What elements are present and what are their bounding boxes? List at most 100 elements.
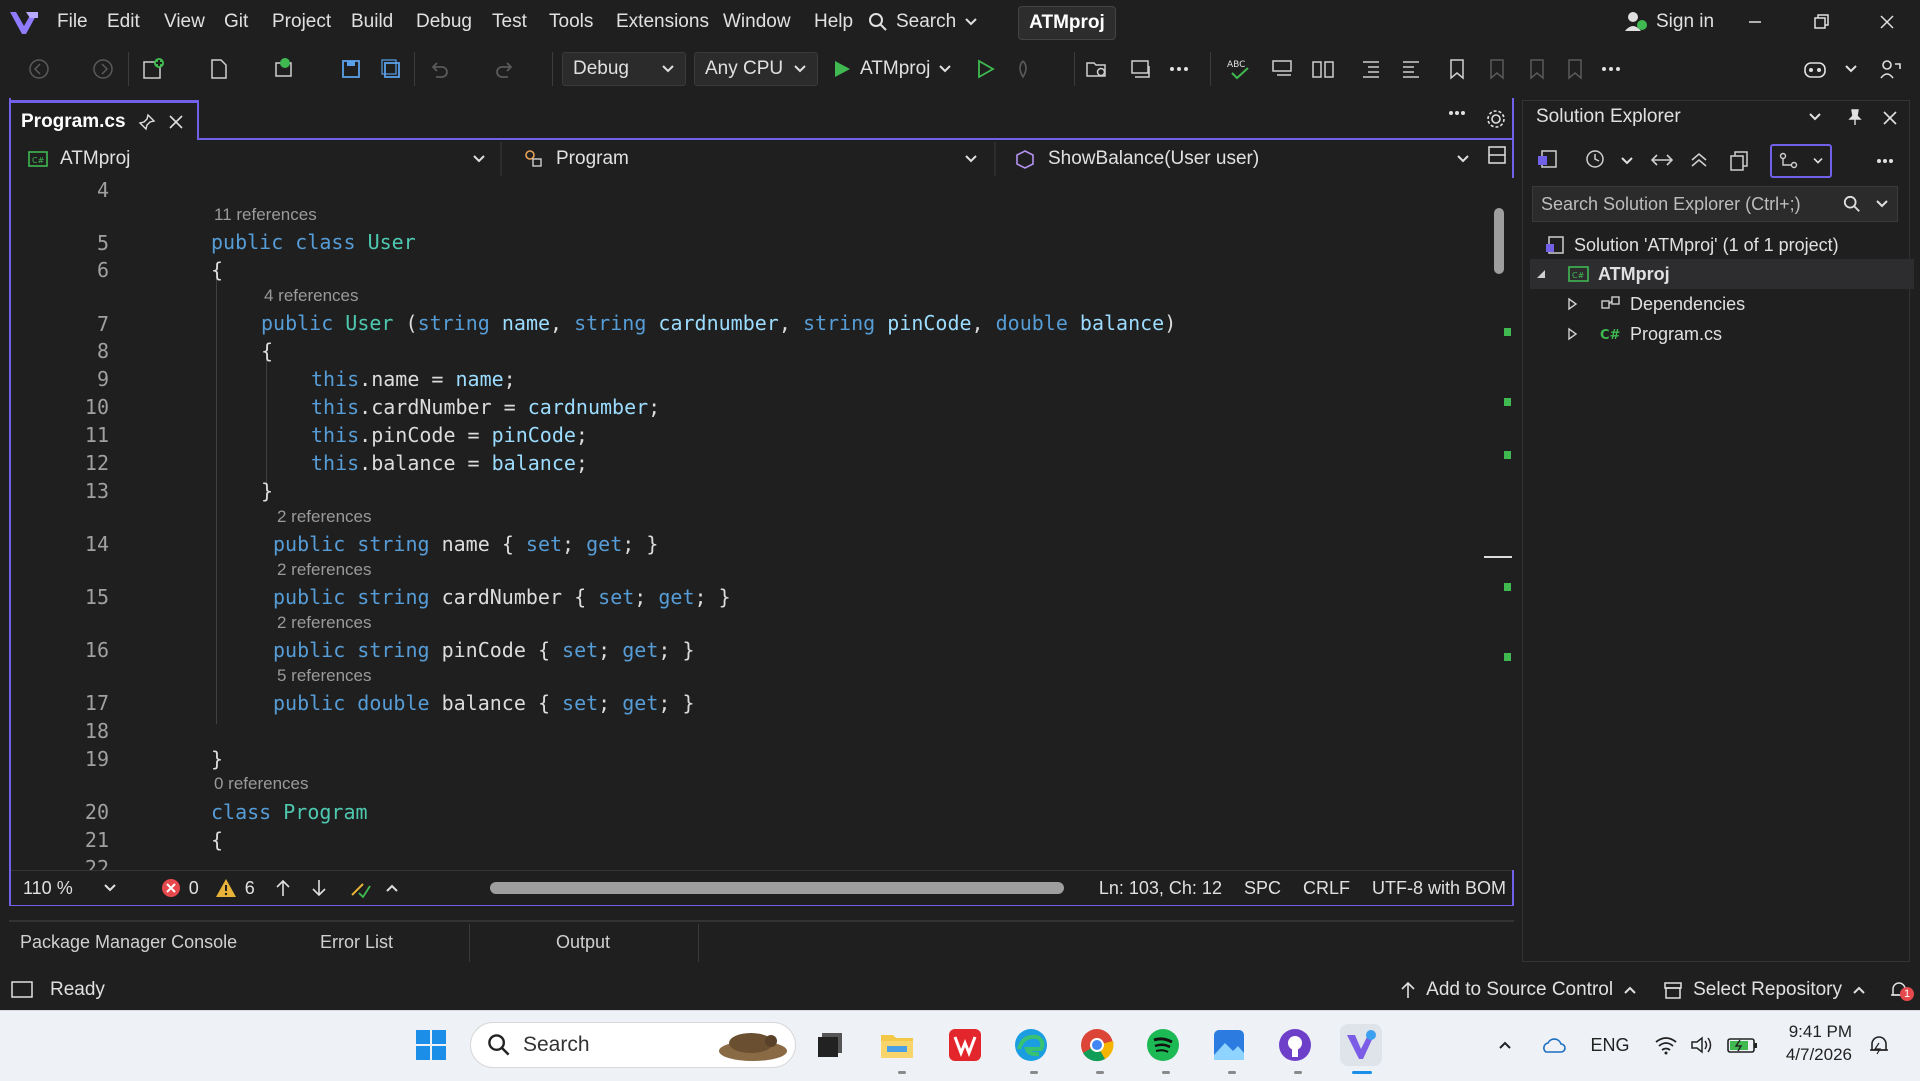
sign-in-button[interactable]: Sign in (1624, 8, 1714, 36)
start-button[interactable] (410, 1024, 452, 1066)
taskbar-search[interactable]: Search (470, 1022, 796, 1068)
file-encoding[interactable]: UTF-8 with BOM (1372, 878, 1506, 899)
menu-debug[interactable]: Debug (406, 0, 482, 44)
scrollbar-thumb[interactable] (1494, 208, 1504, 274)
github-desktop-button[interactable] (1274, 1024, 1316, 1066)
save-button[interactable] (336, 54, 366, 84)
wifi-button[interactable] (1652, 1030, 1680, 1060)
se-options-button[interactable] (1808, 112, 1822, 122)
menu-edit[interactable]: Edit (97, 0, 150, 44)
wps-office-button[interactable] (944, 1024, 986, 1066)
code-editor[interactable]: 4 5 6 7 8 9 10 11 12 13 14 15 16 17 18 1… (11, 178, 1487, 870)
comment-button[interactable] (1268, 54, 1298, 84)
compare-button[interactable] (1308, 54, 1338, 84)
tree-item-solution[interactable]: Solution 'ATMproj' (1 of 1 project) (1530, 230, 1920, 260)
warning-icon[interactable] (215, 878, 237, 898)
file-explorer-button[interactable] (876, 1024, 918, 1066)
menu-help[interactable]: Help (804, 0, 863, 44)
redo-button[interactable] (490, 54, 520, 84)
undo-button[interactable] (424, 54, 454, 84)
se-more-button[interactable] (1876, 158, 1894, 164)
minimize-button[interactable] (1726, 0, 1784, 44)
toolbar-more-button[interactable] (1164, 54, 1194, 84)
restore-button[interactable] (1792, 0, 1850, 44)
menu-window[interactable]: Window (713, 0, 801, 44)
se-pin-button[interactable] (1846, 108, 1864, 126)
code-lens-references[interactable]: 2 references (277, 560, 372, 580)
close-window-button[interactable] (1858, 0, 1916, 44)
battery-button[interactable] (1724, 1030, 1762, 1060)
photos-button[interactable] (1208, 1024, 1250, 1066)
start-without-debugging-button[interactable] (970, 54, 1000, 84)
bookmark-button[interactable] (1442, 54, 1472, 84)
chevron-up-icon[interactable] (385, 883, 399, 893)
menu-test[interactable]: Test (482, 0, 537, 44)
visual-studio-taskbar-button[interactable] (1340, 1024, 1382, 1066)
menu-file[interactable]: File (47, 0, 98, 44)
navigate-back-button[interactable] (24, 54, 54, 84)
se-history-button[interactable] (1584, 148, 1606, 170)
indent-button[interactable] (1396, 54, 1426, 84)
edge-browser-button[interactable] (1010, 1024, 1052, 1066)
show-hidden-icons-button[interactable] (1492, 1030, 1518, 1060)
tab-overflow-button[interactable] (1448, 110, 1466, 116)
se-sync-button[interactable] (1536, 148, 1560, 170)
code-lens-references[interactable]: 2 references (277, 507, 372, 527)
notification-center-button[interactable] (1864, 1030, 1894, 1060)
project-nav-dropdown[interactable]: C# ATMproj (18, 142, 496, 176)
outdent-button[interactable] (1356, 54, 1386, 84)
indent-mode[interactable]: SPC (1244, 878, 1281, 899)
menu-git[interactable]: Git (214, 0, 258, 44)
menu-project[interactable]: Project (262, 0, 341, 44)
editor-settings-button[interactable] (1485, 108, 1507, 130)
se-filter-button[interactable] (1770, 144, 1832, 178)
add-item-button[interactable] (270, 54, 300, 84)
open-file-button[interactable] (204, 54, 234, 84)
tab-error-list[interactable]: Error List (310, 922, 403, 962)
se-sync-active-button[interactable] (1650, 150, 1674, 170)
tree-item-project[interactable]: C# ATMproj (1530, 259, 1914, 289)
notifications-button[interactable]: 1 (1888, 979, 1914, 1001)
arrow-down-icon[interactable] (311, 878, 327, 898)
split-editor-button[interactable] (1486, 144, 1508, 166)
chevron-down-icon[interactable] (103, 883, 117, 893)
line-ending[interactable]: CRLF (1303, 878, 1350, 899)
code-lens-references[interactable]: 4 references (264, 286, 359, 306)
onedrive-tray-button[interactable] (1538, 1030, 1568, 1060)
error-icon[interactable] (161, 878, 181, 898)
se-collapse-all-button[interactable] (1688, 150, 1710, 170)
taskbar-clock[interactable]: 9:41 PM 4/7/2026 (1776, 1020, 1852, 1066)
chrome-button[interactable] (1076, 1024, 1118, 1066)
code-lens-references[interactable]: 5 references (277, 666, 372, 686)
menu-view[interactable]: View (154, 0, 215, 44)
tab-output[interactable]: Output (546, 922, 620, 962)
member-nav-dropdown[interactable]: ShowBalance(User user) (1004, 142, 1480, 176)
output-window-icon[interactable] (10, 980, 34, 1000)
se-history-menu-button[interactable] (1620, 156, 1634, 166)
code-cleanup-icon[interactable] (349, 878, 371, 898)
se-show-all-files-button[interactable] (1728, 150, 1750, 172)
previous-bookmark-button[interactable] (1482, 54, 1512, 84)
tree-item-dependencies[interactable]: Dependencies (1530, 289, 1920, 319)
visual-studio-logo-icon[interactable] (8, 8, 40, 36)
volume-button[interactable] (1688, 1030, 1716, 1060)
toolbar-overflow-button[interactable] (1596, 54, 1626, 84)
next-bookmark-button[interactable] (1522, 54, 1552, 84)
clear-bookmarks-button[interactable] (1560, 54, 1590, 84)
select-repository-button[interactable]: Select Repository (1663, 979, 1866, 1001)
live-share-button[interactable] (1126, 54, 1156, 84)
solution-name-badge[interactable]: ATMproj (1018, 6, 1116, 40)
class-nav-dropdown[interactable]: Program (512, 142, 988, 176)
spotify-button[interactable] (1142, 1024, 1184, 1066)
menu-build[interactable]: Build (341, 0, 403, 44)
editor-vertical-scrollbar[interactable] (1484, 178, 1514, 870)
tab-package-manager-console[interactable]: Package Manager Console (10, 922, 247, 962)
tree-item-program-cs[interactable]: C# Program.cs (1530, 319, 1920, 349)
copilot-button[interactable] (1800, 54, 1830, 84)
language-indicator[interactable]: ENG (1586, 1030, 1634, 1060)
spell-check-button[interactable]: ABC (1224, 54, 1254, 84)
add-to-source-control-button[interactable]: Add to Source Control (1400, 979, 1637, 1001)
horizontal-scrollbar-thumb[interactable] (490, 882, 1064, 894)
code-lens-references[interactable]: 11 references (214, 205, 317, 225)
save-all-button[interactable] (376, 54, 406, 84)
